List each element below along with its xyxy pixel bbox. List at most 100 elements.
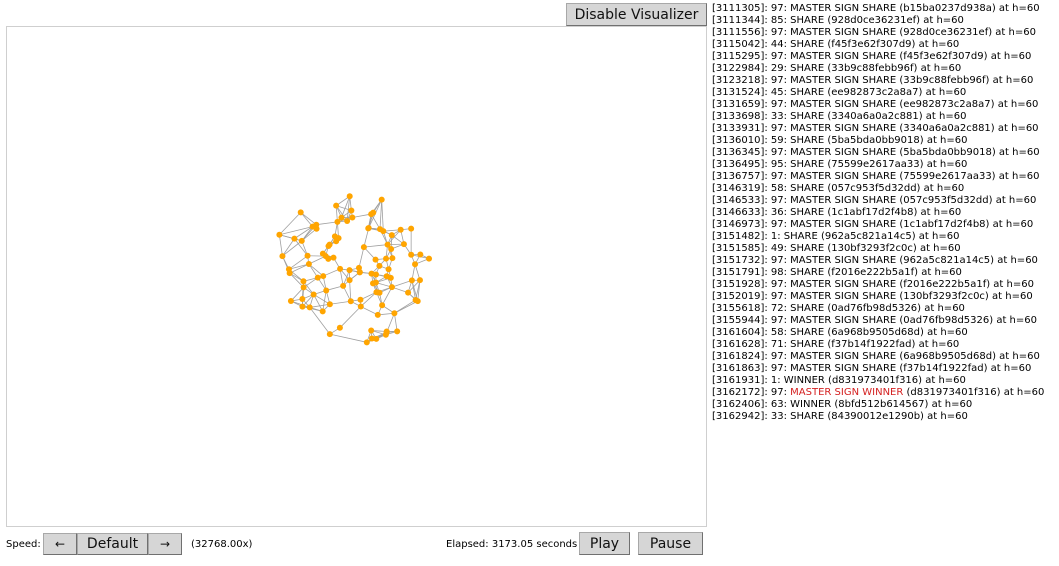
- graph-edge: [358, 247, 365, 268]
- speed-increase-button[interactable]: →: [148, 533, 182, 555]
- log-entry-text: [3155944]: 97: MASTER SIGN SHARE (0ad76f…: [712, 315, 1037, 326]
- log-entry: [3136010]: 59: SHARE (5ba5bda0bb9018) at…: [712, 135, 1057, 147]
- log-entry-text: [3161863]: 97: MASTER SIGN SHARE (f37b14…: [712, 363, 1032, 374]
- graph-node: [373, 271, 380, 278]
- log-entry: [3151732]: 97: MASTER SIGN SHARE (962a5c…: [712, 255, 1057, 267]
- graph-node: [374, 311, 381, 318]
- disable-visualizer-button[interactable]: Disable Visualizer: [566, 3, 707, 26]
- graph-node: [408, 225, 415, 232]
- graph-edge: [278, 234, 283, 257]
- log-entry: [3151928]: 97: MASTER SIGN SHARE (f2016e…: [712, 279, 1057, 291]
- graph-node: [304, 252, 311, 259]
- log-entry: [3161628]: 71: SHARE (f37b14f1922fad) at…: [712, 339, 1057, 351]
- log-entry: [3123218]: 97: MASTER SIGN SHARE (33b9c8…: [712, 75, 1057, 87]
- log-entry: [3162172]: 97: MASTER SIGN WINNER (d8319…: [712, 387, 1057, 399]
- log-entry-text: [3146973]: 97: MASTER SIGN SHARE (1c1abf…: [712, 219, 1034, 230]
- graph-node: [363, 339, 370, 346]
- graph-node: [299, 303, 306, 310]
- log-entry: [3115295]: 97: MASTER SIGN SHARE (f45f3e…: [712, 51, 1057, 63]
- graph-edge: [349, 280, 352, 302]
- graph-node: [394, 328, 401, 335]
- graph-edge: [339, 306, 362, 329]
- log-entry-text: [3131659]: 97: MASTER SIGN SHARE (ee9828…: [712, 99, 1039, 110]
- graph-node: [360, 244, 367, 251]
- graph-edge: [316, 221, 338, 226]
- graph-node: [346, 267, 353, 274]
- log-entry: [3131524]: 45: SHARE (ee982873c2a8a7) at…: [712, 87, 1057, 99]
- graph-node: [287, 298, 294, 305]
- play-button[interactable]: Play: [579, 532, 630, 555]
- speed-default-button[interactable]: Default: [77, 533, 148, 555]
- graph-node: [314, 274, 321, 281]
- log-entry-text: [3136010]: 59: SHARE (5ba5bda0bb9018) at…: [712, 135, 968, 146]
- log-entry: [3136757]: 97: MASTER SIGN SHARE (75599e…: [712, 171, 1057, 183]
- pause-button[interactable]: Pause: [638, 532, 703, 555]
- log-entry-text: (d831973401f316) at h=60: [903, 387, 1045, 398]
- event-log: [3111305]: 97: MASTER SIGN SHARE (b15ba0…: [712, 3, 1057, 423]
- graph-node: [333, 238, 340, 245]
- graph-node: [408, 277, 415, 284]
- graph-node: [276, 231, 283, 238]
- log-entry: [3133931]: 97: MASTER SIGN SHARE (3340a6…: [712, 123, 1057, 135]
- graph-node: [326, 331, 333, 338]
- log-entry-text: [3161628]: 71: SHARE (f37b14f1922fad) at…: [712, 339, 960, 350]
- graph-node: [347, 298, 354, 305]
- graph-node: [391, 310, 398, 317]
- log-entry-text: [3136495]: 95: SHARE (75599e2617aa33) at…: [712, 159, 968, 170]
- graph-edge: [329, 300, 351, 305]
- speed-decrease-button[interactable]: ←: [43, 533, 77, 555]
- graph-node: [357, 303, 364, 310]
- graph-edge: [391, 280, 413, 288]
- visualizer-canvas[interactable]: [6, 26, 707, 527]
- graph-node: [337, 265, 344, 272]
- log-entry: [3133698]: 33: SHARE (3340a6a0a2c881) at…: [712, 111, 1057, 123]
- graph-node: [344, 217, 351, 224]
- log-entry-text: [3151928]: 97: MASTER SIGN SHARE (f2016e…: [712, 279, 1034, 290]
- log-entry: [3161604]: 58: SHARE (6a968b9505d68d) at…: [712, 327, 1057, 339]
- log-entry: [3162942]: 33: SHARE (84390012e1290b) at…: [712, 411, 1057, 423]
- graph-node: [416, 277, 423, 284]
- graph-node: [397, 226, 404, 233]
- graph-node: [370, 209, 377, 216]
- graph-node: [377, 226, 384, 233]
- log-entry-highlight: MASTER SIGN WINNER: [790, 387, 904, 398]
- log-entry: [3146973]: 97: MASTER SIGN SHARE (1c1abf…: [712, 219, 1057, 231]
- speed-value: (32768.00x): [191, 539, 253, 550]
- log-entry-text: [3162406]: 63: WINNER (8bfd512b614567) a…: [712, 399, 973, 410]
- graph-node: [373, 289, 380, 296]
- log-entry-text: [3151791]: 98: SHARE (f2016e222b5a1f) at…: [712, 267, 962, 278]
- graph-node: [333, 202, 340, 209]
- log-entry-text: [3122984]: 29: SHARE (33b9c88febb96f) at…: [712, 63, 962, 74]
- graph-node: [330, 254, 337, 261]
- graph-node: [383, 255, 390, 262]
- graph-edge: [294, 226, 313, 239]
- graph-node: [378, 196, 385, 203]
- arrow-right-icon: →: [159, 537, 171, 551]
- log-entry-text: [3136345]: 97: MASTER SIGN SHARE (5ba5bd…: [712, 147, 1040, 158]
- graph-node: [412, 296, 419, 303]
- graph-node: [349, 214, 356, 221]
- log-entry: [3151482]: 1: SHARE (962a5c821a14c5) at …: [712, 231, 1057, 243]
- graph-node: [299, 295, 306, 302]
- log-entry-text: [3162942]: 33: SHARE (84390012e1290b) at…: [712, 411, 968, 422]
- graph-node: [298, 237, 305, 244]
- log-entry: [3146633]: 36: SHARE (1c1abf17d2f4b8) at…: [712, 207, 1057, 219]
- arrow-left-icon: ←: [54, 537, 66, 551]
- log-entry: [3136345]: 97: MASTER SIGN SHARE (5ba5bd…: [712, 147, 1057, 159]
- graph-node: [340, 282, 347, 289]
- graph-node: [346, 193, 353, 200]
- log-entry-text: [3146319]: 58: SHARE (057c953f5d32dd) at…: [712, 183, 965, 194]
- graph-node: [372, 279, 379, 286]
- graph-node: [388, 284, 395, 291]
- graph-node: [300, 278, 307, 285]
- graph-node: [297, 209, 304, 216]
- graph-node: [325, 243, 332, 250]
- graph-node: [320, 273, 327, 280]
- graph-edge: [282, 238, 295, 257]
- graph-edge: [379, 199, 383, 230]
- log-entry: [3151791]: 98: SHARE (f2016e222b5a1f) at…: [712, 267, 1057, 279]
- log-entry-text: [3161824]: 97: MASTER SIGN SHARE (6a968b…: [712, 351, 1040, 362]
- graph-node: [408, 251, 415, 258]
- graph-node: [388, 245, 395, 252]
- log-entry-text: [3133931]: 97: MASTER SIGN SHARE (3340a6…: [712, 123, 1039, 134]
